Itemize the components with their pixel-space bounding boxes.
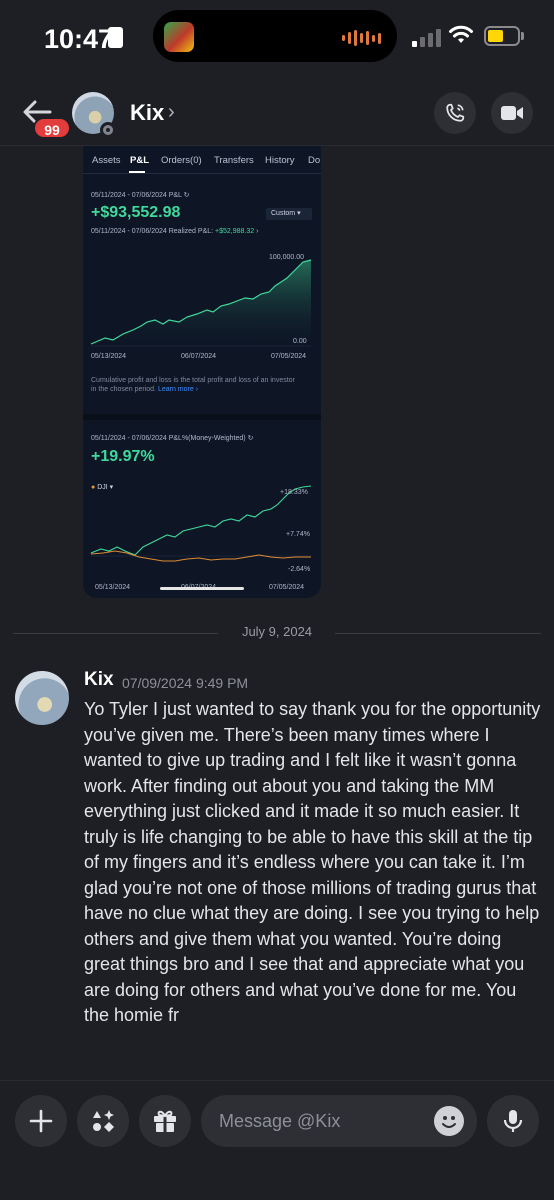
clock: 10:47 (44, 24, 114, 54)
composer-bar (0, 1080, 554, 1200)
battery-tip (521, 32, 524, 40)
message-input[interactable] (219, 1095, 419, 1147)
audio-wave-icon (342, 29, 381, 47)
pnl-range: 05/11/2024 - 07/06/2024 P&L ↻ (91, 192, 190, 199)
x-tick: 07/05/2024 (269, 584, 305, 591)
y-axis-top: 100,000.00 (269, 254, 305, 261)
period-select: Custom ▾ (266, 208, 312, 220)
shared-image[interactable]: Assets P&L Orders(0) Transfers History D… (83, 146, 321, 598)
tab-transfers: Transfers (214, 155, 254, 166)
tab-history: History (265, 155, 295, 166)
apps-icon (93, 1110, 114, 1132)
pct-tick: -2.64% (288, 566, 311, 573)
message-text: Yo Tyler I just wanted to say thank you … (84, 699, 541, 1025)
phone-icon (446, 103, 465, 122)
section-divider (83, 414, 321, 420)
video-camera-icon (501, 106, 523, 120)
video-call-button[interactable] (491, 92, 533, 134)
y-axis-bottom: 0.00 (293, 338, 307, 345)
emoji-button[interactable] (434, 1106, 464, 1136)
x-tick: 06/07/2024 (181, 353, 217, 360)
message-avatar[interactable] (15, 671, 69, 725)
x-tick: 05/13/2024 (95, 584, 131, 591)
realized-pnl: 05/11/2024 - 07/06/2024 Realized P&L: +$… (91, 228, 259, 235)
home-indicator (160, 587, 244, 590)
pct-range: 05/11/2024 - 07/06/2024 P&L%(Money-Weigh… (91, 435, 254, 442)
date-divider: July 9, 2024 (13, 624, 541, 642)
tab-more: Do (308, 155, 321, 166)
pnl-note: Cumulative profit and loss is the total … (91, 377, 295, 393)
tab-orders: Orders(0) (161, 155, 202, 166)
pnl-value: +$93,552.98 (91, 204, 181, 221)
signal-icon (412, 27, 441, 47)
x-tick: 07/05/2024 (271, 353, 307, 360)
divider-date: July 9, 2024 (241, 624, 313, 639)
battery-icon (484, 26, 520, 46)
channel-name[interactable]: Kix (130, 100, 164, 126)
plus-icon (29, 1109, 53, 1133)
gift-button[interactable] (139, 1095, 191, 1147)
voice-message-button[interactable] (487, 1095, 539, 1147)
app-icon (164, 22, 194, 52)
dynamic-island (153, 10, 397, 62)
status-bar: 10:47 (0, 0, 554, 80)
message-author[interactable]: Kix (84, 669, 114, 691)
broker-tabs: Assets P&L Orders(0) Transfers History D… (83, 146, 321, 174)
x-tick: 05/13/2024 (91, 353, 127, 360)
wifi-icon (449, 25, 473, 43)
unread-badge: 99 (33, 117, 71, 139)
chat-header: 99 Kix › (0, 80, 554, 146)
gift-icon (154, 1110, 176, 1132)
apps-button[interactable] (77, 1095, 129, 1147)
message-input-wrapper (201, 1095, 477, 1147)
call-button[interactable] (434, 92, 476, 134)
divider-line (335, 633, 541, 634)
tab-pnl: P&L (130, 155, 149, 166)
pct-value: +19.97% (91, 448, 155, 465)
chevron-right-icon[interactable]: › (168, 101, 175, 124)
tab-assets: Assets (92, 155, 121, 166)
contact-card-icon (108, 27, 123, 48)
pnl-chart (90, 259, 312, 347)
pct-tick: +7.74% (286, 531, 310, 538)
active-tab-indicator (129, 171, 145, 173)
add-attachment-button[interactable] (15, 1095, 67, 1147)
message-timestamp: 07/09/2024 9:49 PM (122, 675, 249, 691)
pct-tick: +18.33% (280, 489, 308, 496)
offline-status-icon (100, 122, 116, 138)
battery-level (488, 30, 504, 42)
smiley-icon (442, 1116, 456, 1128)
microphone-icon (503, 1110, 523, 1132)
